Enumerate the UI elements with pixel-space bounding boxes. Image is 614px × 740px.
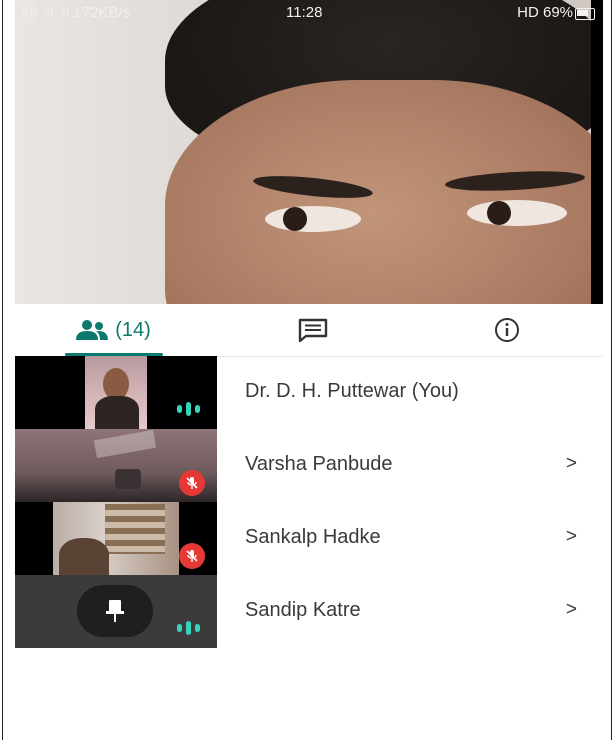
video-right-eye (467, 200, 567, 226)
thumbnail-body (95, 396, 139, 429)
chevron-right-icon[interactable]: > (566, 453, 577, 475)
video-left-eye (265, 206, 361, 232)
mic-muted-icon (179, 543, 205, 569)
status-bar: 46 .ıl .ıl 172KB/s 11:28 HD 69% (15, 0, 603, 26)
participant-row[interactable]: Sandip Katre > (15, 575, 603, 648)
chevron-right-icon[interactable]: > (566, 526, 577, 548)
info-icon (494, 317, 520, 343)
status-signal-text: 46 .ıl .ıl 172KB/s (21, 4, 131, 21)
people-icon (75, 319, 109, 341)
thumbnail-shelf (105, 504, 165, 554)
video-left-pupil (283, 207, 307, 231)
participant-row[interactable]: Sankalp Hadke > (15, 502, 603, 575)
thumbnail-face (59, 538, 109, 575)
tab-chat[interactable] (283, 304, 343, 356)
chevron-right-icon[interactable]: > (566, 599, 577, 621)
tab-people[interactable]: (14) (53, 304, 173, 356)
meeting-tabs: (14) (15, 304, 603, 357)
status-battery-text: HD 69% (517, 4, 573, 21)
participant-name: Sankalp Hadke (245, 526, 381, 548)
participant-row[interactable]: Varsha Panbude > (15, 429, 603, 502)
app-frame: 46 .ıl .ıl 172KB/s 11:28 HD 69% (14) Dr.… (2, 0, 612, 740)
video-face (165, 80, 603, 304)
pin-icon (77, 585, 153, 637)
audio-level-icon (177, 621, 205, 635)
main-video-feed[interactable] (15, 0, 603, 304)
video-right-edge (591, 0, 603, 304)
audio-level-icon (177, 402, 205, 416)
participant-thumbnail (15, 575, 217, 648)
participant-name: Dr. D. H. Puttewar (You) (245, 380, 459, 402)
participant-name: Sandip Katre (245, 599, 361, 621)
participant-thumbnail (15, 356, 217, 429)
participant-thumbnail (15, 429, 217, 502)
participant-row-self[interactable]: Dr. D. H. Puttewar (You) (15, 356, 603, 429)
chat-icon (297, 317, 329, 343)
video-right-pupil (487, 201, 511, 225)
participant-count: (14) (115, 318, 151, 341)
participant-thumbnail (15, 502, 217, 575)
thumbnail-figure (115, 469, 141, 489)
participant-name: Varsha Panbude (245, 453, 393, 475)
status-time: 11:28 (286, 4, 323, 21)
mic-muted-icon (179, 470, 205, 496)
battery-icon (575, 8, 595, 20)
tab-info[interactable] (477, 304, 537, 356)
